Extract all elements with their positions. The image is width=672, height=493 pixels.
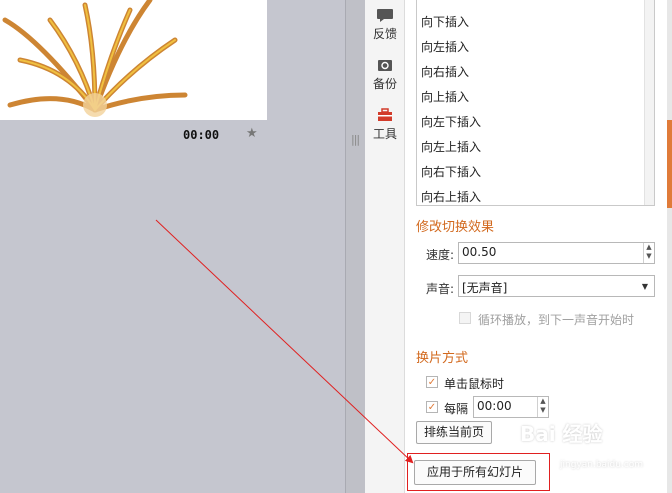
every-label: 每隔	[444, 402, 469, 416]
speed-value: 00.50	[462, 245, 497, 259]
sidebar-item-label: 备份	[372, 77, 397, 91]
list-item[interactable]: 向左上插入	[421, 138, 481, 155]
list-item[interactable]: 向右上插入	[421, 188, 481, 205]
sidebar-item-backup[interactable]: 备份	[365, 56, 405, 92]
slide-time-label: 00:00	[183, 128, 220, 142]
chevron-down-icon: ▼	[641, 282, 648, 291]
modify-effect-title: 修改切换效果	[416, 220, 495, 235]
list-item[interactable]: 向右插入	[421, 63, 469, 80]
backup-icon	[378, 60, 392, 71]
stepper-arrows-icon[interactable]: ▲ ▼	[643, 243, 654, 263]
list-item[interactable]: 向上插入	[421, 88, 469, 105]
watermark-text: Bai 经验	[520, 422, 603, 446]
sound-select[interactable]: [无声音] ▼	[458, 275, 655, 297]
sidebar-item-feedback[interactable]: 反馈	[365, 6, 405, 42]
loop-checkbox[interactable]	[459, 312, 471, 324]
list-item[interactable]: 向下插入	[421, 13, 469, 30]
speed-label: 速度:	[426, 248, 455, 262]
list-item[interactable]: 向左插入	[421, 38, 469, 55]
star-icon[interactable]: ★	[246, 126, 258, 141]
fireworks-image	[2, 0, 188, 117]
sidebar-item-tools[interactable]: 工具	[365, 106, 405, 142]
every-time-value: 00:00	[477, 399, 512, 413]
watermark-sub: jingyan.baidu.com	[560, 460, 644, 470]
sidebar-item-label: 工具	[372, 127, 397, 141]
task-sidebar: 反馈 备份 工具	[365, 0, 405, 493]
transition-scheme-list[interactable]: 向下插入 向左插入 向右插入 向上插入 向左下插入 向左上插入 向右下插入 向右…	[416, 0, 655, 206]
on-click-checkbox[interactable]: ✓	[426, 376, 438, 388]
list-item[interactable]: 向左下插入	[421, 113, 481, 130]
speed-stepper[interactable]: 00.50 ▲ ▼	[458, 242, 655, 264]
sidebar-item-label: 反馈	[372, 27, 397, 41]
list-scrollbar[interactable]	[644, 0, 654, 205]
advance-slide-title: 换片方式	[416, 351, 469, 366]
slide-thumbnail[interactable]	[0, 0, 267, 120]
panel-collapse-tab[interactable]	[667, 120, 672, 208]
panel-splitter[interactable]	[345, 0, 365, 493]
loop-label: 循环播放，到下一声音开始时	[478, 313, 635, 327]
stepper-arrows-icon[interactable]: ▲ ▼	[537, 397, 548, 417]
sound-value: [无声音]	[462, 281, 508, 295]
splitter-grip-icon[interactable]: |||	[351, 133, 360, 146]
chat-bubble-icon	[377, 9, 393, 22]
list-item[interactable]: 向右下插入	[421, 163, 481, 180]
baidu-watermark: Bai 经验 jingyan.baidu.com	[520, 418, 670, 478]
sound-label: 声音:	[426, 282, 455, 296]
on-click-label: 单击鼠标时	[444, 377, 505, 391]
toolbox-icon	[378, 108, 392, 121]
rehearse-current-button[interactable]: 排练当前页	[416, 421, 492, 444]
every-time-stepper[interactable]: 00:00 ▲ ▼	[473, 396, 549, 418]
every-checkbox[interactable]: ✓	[426, 401, 438, 413]
